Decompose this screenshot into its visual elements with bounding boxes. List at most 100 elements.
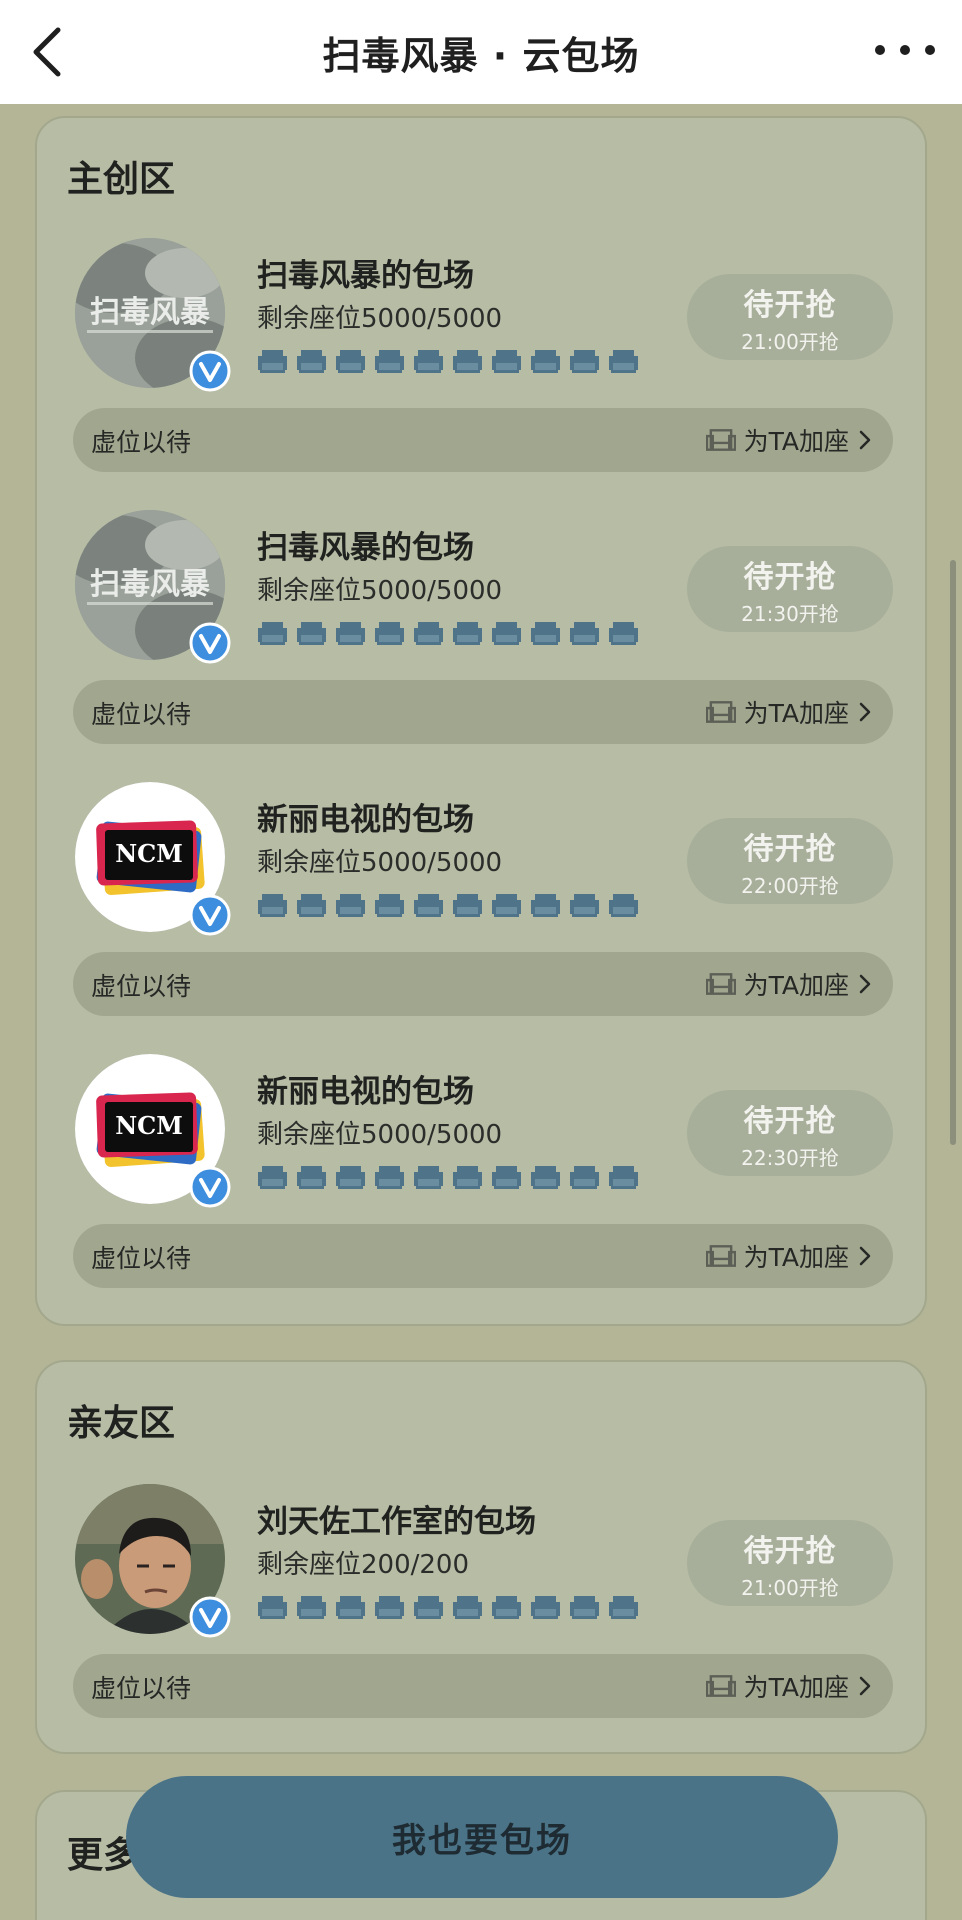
grab-seat-button[interactable]: 待开抢 22:00开抢	[687, 818, 893, 904]
section-title: 主创区	[67, 159, 176, 200]
screening-host-name: 刘天佐工作室的包场	[257, 1504, 536, 1540]
grab-status: 待开抢	[743, 831, 837, 867]
seat-icon	[492, 622, 521, 645]
seat-icon	[375, 1166, 404, 1189]
seat-icon	[258, 350, 287, 373]
remaining-seats: 剩余座位200/200	[257, 1550, 470, 1580]
screening-entry[interactable]: NCM 新丽电视的包场剩余座位5000/5000 待开抢 22:00开抢虚位以待 为TA…	[37, 782, 929, 1022]
placeholder-text: 虚位以待	[91, 428, 192, 457]
seat-icon	[414, 894, 443, 917]
seat-bar: 虚位以待 为TA加座	[73, 408, 893, 472]
sofa-icon	[705, 1675, 736, 1697]
add-seat-link[interactable]: 为TA加座	[705, 965, 873, 1003]
screening-host-name: 扫毒风暴的包场	[257, 530, 474, 566]
seat-icon	[531, 894, 560, 917]
avatar-poster-text: 扫毒风暴	[90, 295, 211, 330]
section-title: 亲友区	[67, 1403, 176, 1444]
seat-icon	[453, 622, 482, 645]
seat-icon	[492, 350, 521, 373]
placeholder-text: 虚位以待	[91, 700, 192, 729]
chevron-right-icon	[859, 1676, 871, 1696]
seat-icon	[609, 1166, 638, 1189]
seat-icon	[414, 1596, 443, 1619]
seat-icon	[609, 894, 638, 917]
seat-icon	[570, 350, 599, 373]
page-title: 扫毒风暴 · 云包场	[322, 33, 640, 78]
grab-status: 待开抢	[743, 1103, 837, 1139]
sofa-icon	[705, 1245, 736, 1267]
verified-badge-icon	[189, 1166, 231, 1208]
seat-icon	[336, 1596, 365, 1619]
add-seat-link[interactable]: 为TA加座	[705, 421, 873, 459]
top-nav-bar: 扫毒风暴 · 云包场	[0, 0, 962, 104]
grab-status: 待开抢	[743, 287, 837, 323]
add-seat-label: 为TA加座	[743, 699, 849, 728]
grab-seat-button[interactable]: 待开抢 22:30开抢	[687, 1090, 893, 1176]
add-seat-link[interactable]: 为TA加座	[705, 1667, 873, 1705]
seat-icon	[531, 1596, 560, 1619]
page: 扫毒风暴 · 云包场 主创区 扫毒风暴 扫毒风暴的包场 剩余座位5000/5000 待…	[0, 0, 962, 1920]
screening-entry[interactable]: 扫毒风暴 扫毒风暴的包场 剩余座位5000/5000 待开抢 21:30开抢 虚位以待 为T…	[37, 510, 929, 750]
seat-icon	[297, 1166, 326, 1189]
remaining-seats: 剩余座位5000/5000	[257, 576, 503, 606]
add-seat-label: 为TA加座	[743, 1243, 849, 1272]
section-main-creators: 主创区 扫毒风暴 扫毒风暴的包场 剩余座位5000/5000 待开抢 21:00开抢 虚位…	[35, 116, 927, 1326]
create-screening-label: 我也要包场	[392, 1820, 572, 1861]
screening-entry[interactable]: 刘天佐工作室的包场剩余座位200/200 待开抢 21:00开抢虚位以待 为TA加座	[37, 1484, 929, 1724]
screening-entry[interactable]: 扫毒风暴 扫毒风暴的包场 剩余座位5000/5000 待开抢 21:00开抢 虚位以待 为T…	[37, 238, 929, 478]
chevron-left-icon[interactable]	[22, 22, 82, 82]
screening-host-name: 扫毒风暴的包场	[257, 258, 474, 294]
avatar-logo-text: NCM	[115, 1111, 183, 1140]
screening-host-name: 新丽电视的包场	[257, 1074, 474, 1110]
add-seat-link[interactable]: 为TA加座	[705, 693, 873, 731]
seat-icon	[531, 1166, 560, 1189]
seat-row	[257, 890, 639, 920]
remaining-seats: 剩余座位5000/5000	[257, 1120, 503, 1150]
screening-entry[interactable]: NCM 新丽电视的包场 剩余座位5000/5000 待开抢 22:30开抢 虚位以待 为TA…	[37, 1054, 929, 1294]
remaining-seats: 剩余座位5000/5000	[257, 848, 503, 878]
avatar-logo-text: NCM	[115, 839, 183, 868]
screening-host-name: 新丽电视的包场	[257, 802, 474, 838]
seat-bar: 虚位以待 为TA加座	[73, 952, 893, 1016]
grab-time: 21:00开抢	[741, 1575, 839, 1600]
seat-icon	[609, 350, 638, 373]
seat-icon	[336, 1166, 365, 1189]
grab-seat-button[interactable]: 待开抢 21:00开抢	[687, 274, 893, 360]
verified-badge-icon	[189, 1596, 231, 1638]
chevron-right-icon	[859, 974, 871, 994]
seat-icon	[336, 622, 365, 645]
seat-icon	[570, 1166, 599, 1189]
seat-icon	[258, 894, 287, 917]
scrollbar[interactable]	[950, 560, 956, 1145]
add-seat-label: 为TA加座	[743, 1673, 849, 1702]
seat-icon	[375, 1596, 404, 1619]
grab-seat-button[interactable]: 待开抢 21:00开抢	[687, 1520, 893, 1606]
seat-icon	[492, 1596, 521, 1619]
seat-icon	[336, 350, 365, 373]
seat-icon	[297, 1596, 326, 1619]
seat-icon	[297, 894, 326, 917]
verified-badge-icon	[189, 350, 231, 392]
grab-status: 待开抢	[743, 1533, 837, 1569]
seat-icon	[453, 350, 482, 373]
seat-icon	[492, 1166, 521, 1189]
verified-badge-icon	[189, 894, 231, 936]
grab-status: 待开抢	[743, 559, 837, 595]
ellipsis-icon[interactable]	[870, 28, 940, 72]
seat-icon	[414, 1166, 443, 1189]
create-screening-button[interactable]: 我也要包场	[126, 1776, 838, 1898]
seat-icon	[609, 1596, 638, 1619]
verified-badge-icon	[189, 622, 231, 664]
seat-bar: 虚位以待 为TA加座	[73, 1654, 893, 1718]
grab-seat-button[interactable]: 待开抢 21:30开抢	[687, 546, 893, 632]
grab-time: 22:00开抢	[741, 873, 839, 898]
add-seat-link[interactable]: 为TA加座	[705, 1237, 873, 1275]
seat-icon	[375, 894, 404, 917]
grab-time: 22:30开抢	[741, 1145, 839, 1170]
seat-icon	[570, 622, 599, 645]
grab-time: 21:30开抢	[741, 601, 839, 626]
add-seat-label: 为TA加座	[743, 427, 849, 456]
seat-icon	[609, 622, 638, 645]
seat-icon	[531, 350, 560, 373]
placeholder-text: 虚位以待	[91, 972, 192, 1001]
